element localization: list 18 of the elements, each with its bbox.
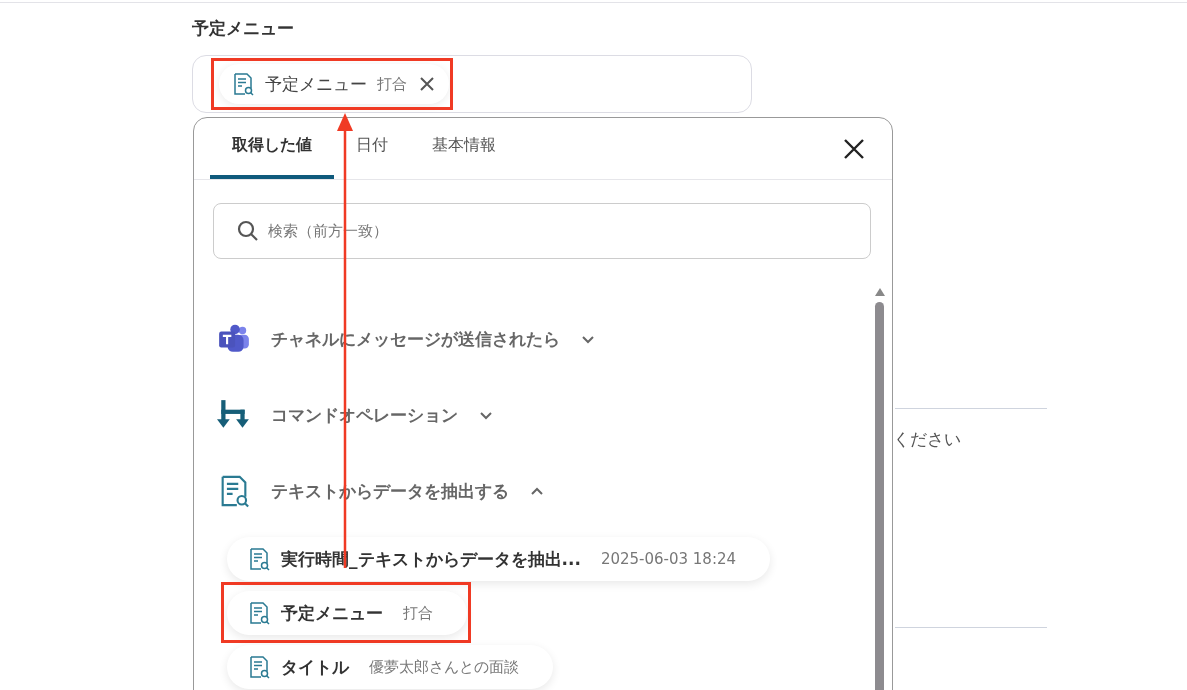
tab[interactable]: 日付 xyxy=(334,135,410,179)
tab[interactable]: 取得した値 xyxy=(210,135,334,179)
document-search-icon xyxy=(231,72,255,96)
scrollbar[interactable] xyxy=(875,288,884,690)
scroll-up-icon[interactable] xyxy=(874,288,885,296)
value-item[interactable]: タイトル 優夢太郎さんとの面談 xyxy=(227,645,553,689)
menu-field[interactable]: 予定メニュー 打合 xyxy=(192,55,752,113)
value-item[interactable]: 予定メニュー 打合 xyxy=(227,591,467,635)
hint-text: ください xyxy=(893,428,961,451)
search-icon xyxy=(236,219,260,243)
tab[interactable]: 基本情報 xyxy=(410,135,518,179)
field-label: 予定メニュー xyxy=(192,17,295,40)
document-search-icon xyxy=(247,655,271,679)
chip-value: 打合 xyxy=(377,74,407,94)
document-search-icon xyxy=(247,547,271,571)
chip-name: 予定メニュー xyxy=(265,72,367,96)
document-search-icon xyxy=(247,601,271,625)
value-chip[interactable]: 予定メニュー 打合 xyxy=(219,64,449,104)
